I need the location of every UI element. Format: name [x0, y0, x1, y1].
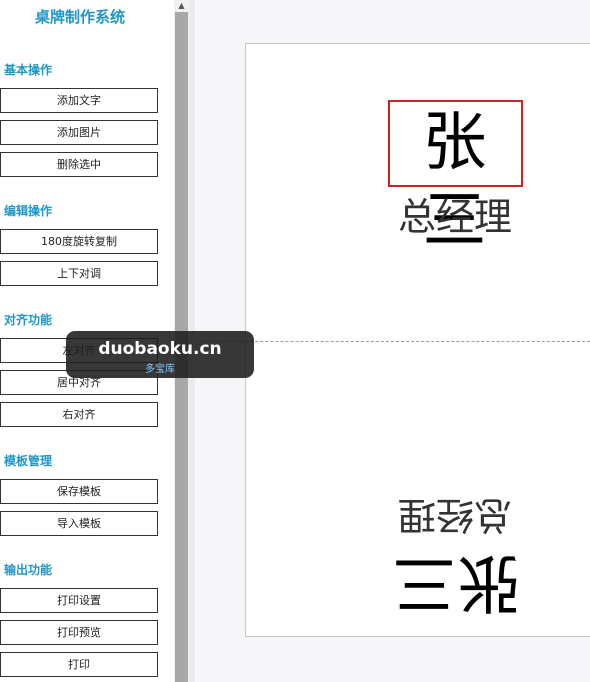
delete-selected-button[interactable]: 删除选中 [0, 152, 158, 177]
section-title-output: 输出功能 [4, 563, 53, 577]
align-right-button[interactable]: 右对齐 [0, 402, 158, 427]
scroll-up-arrow-icon[interactable]: ▲ [174, 0, 189, 12]
add-text-button[interactable]: 添加文字 [0, 88, 158, 113]
save-template-button[interactable]: 保存模板 [0, 479, 158, 504]
position-text-rotated[interactable]: 总经理 [380, 490, 530, 540]
section-title-basic: 基本操作 [4, 63, 53, 77]
position-text-front[interactable]: 总经理 [380, 192, 530, 242]
rotate-copy-button[interactable]: 180度旋转复制 [0, 229, 158, 254]
import-template-button[interactable]: 导入模板 [0, 511, 158, 536]
section-title-align: 对齐功能 [4, 313, 53, 327]
selection-box [388, 100, 523, 187]
fold-line [200, 341, 590, 342]
print-settings-button[interactable]: 打印设置 [0, 588, 158, 613]
name-text-rotated[interactable]: 张三 [386, 543, 526, 621]
add-image-button[interactable]: 添加图片 [0, 120, 158, 145]
app-title: 桌牌制作系统 [34, 8, 125, 26]
print-button[interactable]: 打印 [0, 652, 158, 677]
section-title-edit: 编辑操作 [4, 204, 53, 218]
swap-vertical-button[interactable]: 上下对调 [0, 261, 158, 286]
watermark-badge: duobaoku.cn 多宝库 [66, 331, 254, 378]
watermark-main-text: duobaoku.cn [98, 339, 222, 359]
print-preview-button[interactable]: 打印预览 [0, 620, 158, 645]
watermark-sub-text: 多宝库 [145, 364, 175, 375]
section-title-template: 模板管理 [4, 454, 53, 468]
